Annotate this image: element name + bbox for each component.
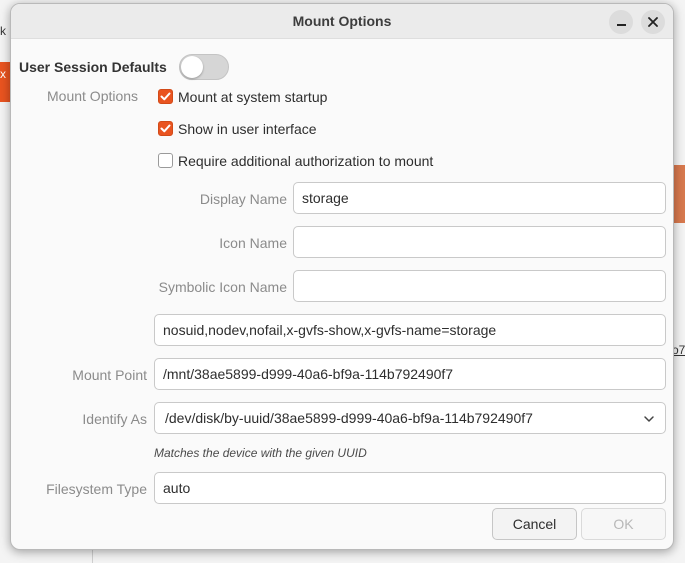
- dialog-titlebar[interactable]: Mount Options: [11, 4, 673, 39]
- filesystem-type-input[interactable]: auto: [154, 472, 666, 504]
- filesystem-type-label: Filesystem Type: [46, 481, 147, 497]
- symbolic-icon-name-input[interactable]: [293, 270, 666, 302]
- background-text-fragment: k: [0, 24, 6, 38]
- identify-as-hint: Matches the device with the given UUID: [154, 446, 367, 460]
- user-session-defaults-label: User Session Defaults: [19, 59, 167, 75]
- mount-point-label: Mount Point: [72, 367, 147, 383]
- ok-button[interactable]: OK: [581, 508, 666, 540]
- mount-options-section-label: Mount Options: [47, 88, 139, 104]
- minimize-button[interactable]: [609, 10, 633, 34]
- symbolic-icon-name-label: Symbolic Icon Name: [158, 279, 287, 295]
- identify-as-value: /dev/disk/by-uuid/38ae5899-d999-40a6-bf9…: [165, 410, 533, 426]
- checkmark-icon: [160, 124, 171, 133]
- mount-at-startup-checkbox[interactable]: [158, 89, 173, 104]
- close-button[interactable]: [641, 10, 665, 34]
- cancel-button[interactable]: Cancel: [492, 508, 577, 540]
- dialog-title: Mount Options: [292, 13, 392, 29]
- show-in-ui-checkbox[interactable]: [158, 121, 173, 136]
- icon-name-label: Icon Name: [219, 235, 287, 251]
- icon-name-input[interactable]: [293, 226, 666, 258]
- close-icon: [648, 17, 658, 27]
- mount-point-input[interactable]: /mnt/38ae5899-d999-40a6-bf9a-114b792490f…: [154, 358, 666, 390]
- checkmark-icon: [160, 92, 171, 101]
- minimize-icon: [616, 24, 626, 26]
- mount-options-dialog: Mount Options User Session Defaults Moun…: [10, 3, 674, 550]
- identify-as-dropdown[interactable]: /dev/disk/by-uuid/38ae5899-d999-40a6-bf9…: [154, 402, 666, 434]
- chevron-down-icon: [644, 416, 654, 422]
- mount-at-startup-label[interactable]: Mount at system startup: [178, 89, 327, 105]
- require-authorization-checkbox[interactable]: [158, 153, 173, 168]
- user-session-defaults-switch[interactable]: [179, 54, 229, 80]
- background-close-icon: x: [0, 67, 6, 81]
- identify-as-label: Identify As: [82, 411, 147, 427]
- display-name-label: Display Name: [199, 191, 287, 207]
- display-name-input[interactable]: storage: [293, 182, 666, 214]
- mount-options-input[interactable]: nosuid,nodev,nofail,x-gvfs-show,x-gvfs-n…: [154, 314, 666, 346]
- show-in-ui-label[interactable]: Show in user interface: [178, 121, 317, 137]
- require-authorization-label[interactable]: Require additional authorization to moun…: [178, 153, 433, 169]
- switch-knob: [181, 56, 203, 78]
